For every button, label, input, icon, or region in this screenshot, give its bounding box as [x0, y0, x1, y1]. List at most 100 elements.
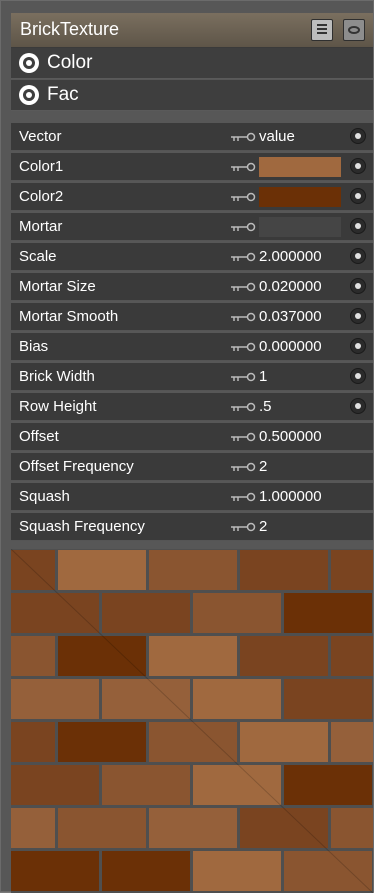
brick: [331, 722, 373, 762]
property-label: Offset: [19, 428, 59, 445]
link-key-icon[interactable]: [229, 252, 259, 262]
input-socket-icon[interactable]: [350, 188, 366, 204]
brick: [193, 679, 281, 719]
link-key-icon[interactable]: [229, 342, 259, 352]
property-label: Squash: [19, 488, 70, 505]
link-key-icon[interactable]: [229, 162, 259, 172]
property-label: Squash Frequency: [19, 518, 145, 535]
brick: [284, 851, 372, 891]
property-value[interactable]: 1.000000: [259, 488, 322, 505]
property-row-squash[interactable]: Squash 1.000000: [11, 483, 373, 511]
eye-icon[interactable]: [343, 19, 365, 41]
brick: [11, 851, 99, 891]
node-titlebar[interactable]: BrickTexture: [11, 13, 373, 48]
brick: [240, 550, 328, 590]
color-swatch[interactable]: [259, 217, 341, 237]
brick: [11, 722, 55, 762]
output-fac[interactable]: Fac: [11, 80, 373, 111]
property-label: Brick Width: [19, 368, 95, 385]
color-swatch[interactable]: [259, 187, 341, 207]
property-row-row-height[interactable]: Row Height .5: [11, 393, 373, 421]
link-key-icon[interactable]: [229, 462, 259, 472]
brick: [284, 765, 372, 805]
brick: [11, 636, 55, 676]
brick: [240, 722, 328, 762]
property-label: Mortar Smooth: [19, 308, 119, 325]
property-label: Mortar Size: [19, 278, 96, 295]
link-key-icon[interactable]: [229, 282, 259, 292]
property-label: Mortar: [19, 218, 63, 235]
property-value[interactable]: 1: [259, 368, 267, 385]
input-socket-icon[interactable]: [350, 128, 366, 144]
link-key-icon[interactable]: [229, 222, 259, 232]
property-row-vector[interactable]: Vector value: [11, 123, 373, 151]
property-row-color2[interactable]: Color2: [11, 183, 373, 211]
property-value[interactable]: 2.000000: [259, 248, 322, 265]
property-value[interactable]: value: [259, 128, 295, 145]
brick: [284, 679, 372, 719]
brick: [58, 808, 146, 848]
input-socket-icon[interactable]: [350, 338, 366, 354]
property-row-offset[interactable]: Offset 0.500000: [11, 423, 373, 451]
property-value[interactable]: 0.500000: [259, 428, 322, 445]
property-label: Bias: [19, 338, 49, 355]
property-row-scale[interactable]: Scale 2.000000: [11, 243, 373, 271]
input-socket-icon[interactable]: [350, 278, 366, 294]
brick: [102, 765, 190, 805]
input-socket-icon[interactable]: [350, 218, 366, 234]
link-key-icon[interactable]: [229, 372, 259, 382]
property-row-offset-frequency[interactable]: Offset Frequency 2: [11, 453, 373, 481]
output-color[interactable]: Color: [11, 48, 373, 79]
link-key-icon[interactable]: [229, 132, 259, 142]
output-socket-icon[interactable]: [19, 53, 39, 73]
property-label: Scale: [19, 248, 57, 265]
property-row-mortar-smooth[interactable]: Mortar Smooth 0.037000: [11, 303, 373, 331]
input-socket-icon[interactable]: [350, 248, 366, 264]
brick: [284, 593, 372, 633]
brick: [58, 550, 146, 590]
link-key-icon[interactable]: [229, 312, 259, 322]
input-socket-icon[interactable]: [350, 368, 366, 384]
input-socket-icon[interactable]: [350, 158, 366, 174]
output-label: Color: [47, 52, 93, 73]
brick: [11, 765, 99, 805]
color-swatch[interactable]: [259, 157, 341, 177]
property-value[interactable]: 0.000000: [259, 338, 322, 355]
node-panel: BrickTexture Color Fac Vector value Color1…: [0, 0, 374, 893]
brick: [240, 808, 328, 848]
property-label: Color2: [19, 188, 64, 205]
input-socket-icon[interactable]: [350, 308, 366, 324]
property-row-mortar-size[interactable]: Mortar Size 0.020000: [11, 273, 373, 301]
brick: [149, 808, 237, 848]
property-row-squash-frequency[interactable]: Squash Frequency 2: [11, 513, 373, 541]
link-key-icon[interactable]: [229, 492, 259, 502]
property-row-color1[interactable]: Color1: [11, 153, 373, 181]
property-value[interactable]: 0.037000: [259, 308, 322, 325]
brick: [193, 593, 281, 633]
link-key-icon[interactable]: [229, 432, 259, 442]
property-value[interactable]: 2: [259, 458, 267, 475]
link-key-icon[interactable]: [229, 192, 259, 202]
property-row-mortar[interactable]: Mortar: [11, 213, 373, 241]
brick: [11, 808, 55, 848]
brick: [149, 550, 237, 590]
output-socket-icon[interactable]: [19, 85, 39, 105]
property-value[interactable]: 2: [259, 518, 267, 535]
brick: [11, 593, 99, 633]
brick: [240, 636, 328, 676]
texture-preview: [11, 549, 373, 893]
property-label: Color1: [19, 158, 64, 175]
input-socket-icon[interactable]: [350, 398, 366, 414]
brick: [58, 722, 146, 762]
property-value[interactable]: 0.020000: [259, 278, 322, 295]
brick-preview-image: [11, 549, 373, 893]
link-key-icon[interactable]: [229, 522, 259, 532]
link-key-icon[interactable]: [229, 402, 259, 412]
property-label: Row Height: [19, 398, 97, 415]
brick: [331, 550, 373, 590]
property-row-brick-width[interactable]: Brick Width 1: [11, 363, 373, 391]
property-value[interactable]: .5: [259, 398, 272, 415]
brick: [193, 851, 281, 891]
property-row-bias[interactable]: Bias 0.000000: [11, 333, 373, 361]
list-icon[interactable]: [311, 19, 333, 41]
